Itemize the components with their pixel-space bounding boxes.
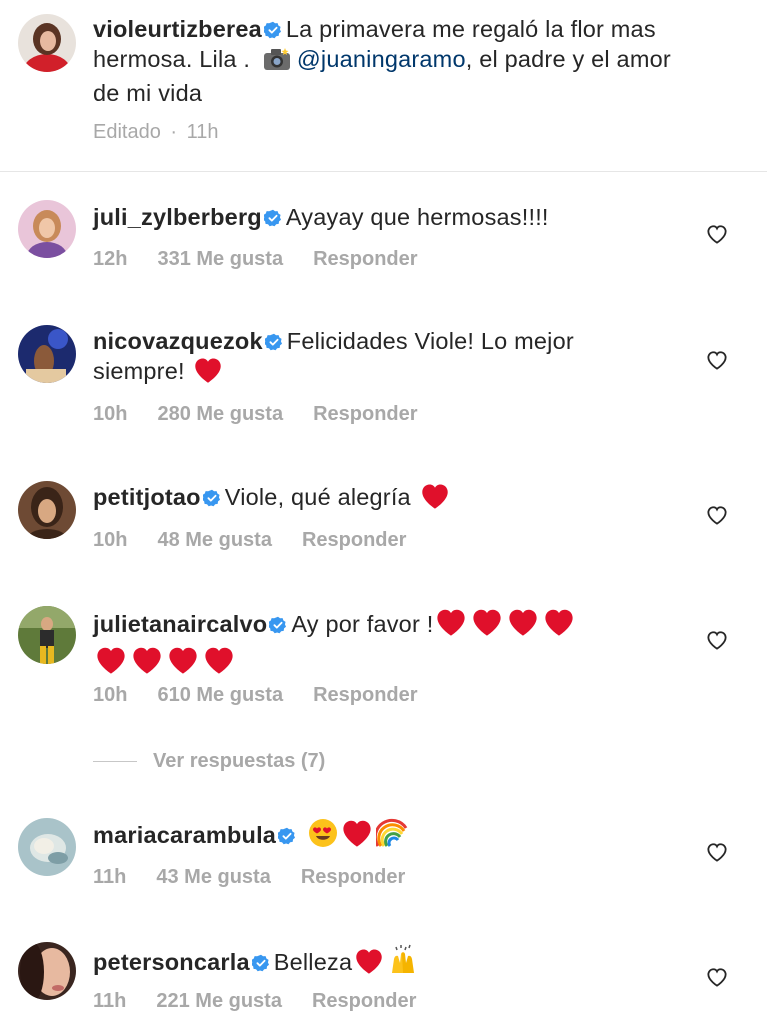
comment-time: 10h (93, 403, 128, 425)
reply-button[interactable]: Responder (302, 529, 406, 551)
caption-text: violeurtizberea La primavera me regaló la… (93, 14, 693, 108)
red-heart-emoji (473, 609, 502, 636)
red-heart-emoji (133, 647, 161, 674)
red-heart-emoji (421, 484, 448, 509)
avatar-mariacarambula[interactable] (18, 818, 76, 876)
like-heart-icon[interactable] (706, 224, 728, 249)
red-heart-emoji (509, 609, 538, 636)
red-heart-emoji (205, 647, 233, 674)
comment-likes[interactable]: 43 Me gusta (156, 866, 270, 888)
caption-username[interactable]: violeurtizberea (93, 16, 262, 42)
verified-badge-icon (202, 489, 220, 507)
comment-text: julietanaircalvo Ay por favor ! (93, 607, 693, 677)
red-heart-emoji (356, 949, 382, 974)
comment-time: 12h (93, 248, 128, 270)
red-heart-emoji (169, 647, 197, 674)
comment-text: petitjotao Viole, qué alegría (93, 482, 693, 512)
caption-divider (0, 171, 767, 172)
avatar-petitjotao[interactable] (18, 481, 76, 539)
avatar-julietanaircalvo[interactable] (18, 606, 76, 664)
red-heart-emoji (97, 647, 125, 674)
comment-time: 11h (93, 866, 127, 888)
rainbow-emoji (375, 818, 408, 847)
meta-separator: · (170, 121, 178, 143)
red-heart-emoji (343, 820, 371, 847)
comment-time: 10h (93, 684, 128, 706)
comment-text: juli_zylberberg Ayayay que hermosas!!!! (93, 202, 693, 232)
raised-hands-emoji (392, 944, 415, 973)
mention-link[interactable]: @juaningaramo (297, 46, 466, 72)
comment-username[interactable]: mariacarambula (93, 822, 276, 848)
comment-meta: 11h 43 Me gusta Responder (93, 866, 435, 889)
like-heart-icon[interactable] (706, 350, 728, 375)
view-replies-label: Ver respuestas (7) (153, 750, 326, 772)
comment-likes[interactable]: 331 Me gusta (157, 248, 283, 270)
reply-button[interactable]: Responder (313, 248, 417, 270)
view-replies-button[interactable]: Ver respuestas (7) (93, 750, 325, 773)
caption-time: 11h (186, 121, 219, 143)
avatar-juli-zylberberg[interactable] (18, 200, 76, 258)
reply-button[interactable]: Responder (313, 684, 417, 706)
verified-badge-icon (251, 954, 269, 972)
comment-meta: 10h 610 Me gusta Responder (93, 684, 448, 707)
comment-username[interactable]: petitjotao (93, 484, 201, 510)
comment-body: Ay por favor ! (291, 611, 434, 637)
red-heart-emoji (195, 358, 222, 383)
comment-username[interactable]: petersoncarla (93, 949, 250, 975)
verified-badge-icon (263, 209, 281, 227)
comment-likes[interactable]: 48 Me gusta (157, 529, 271, 551)
reply-button[interactable]: Responder (313, 403, 417, 425)
like-heart-icon[interactable] (706, 630, 728, 655)
reply-button[interactable]: Responder (312, 990, 416, 1012)
comment-body-line2: siempre! (93, 358, 185, 384)
comment-username[interactable]: juli_zylberberg (93, 204, 262, 230)
comment-meta: 10h 48 Me gusta Responder (93, 529, 436, 552)
camera-emoji (263, 47, 291, 78)
like-heart-icon[interactable] (706, 505, 728, 530)
like-heart-icon[interactable] (706, 842, 728, 867)
edited-label: Editado (93, 121, 161, 143)
comment-text: petersoncarla Belleza (93, 943, 693, 977)
comment-time: 11h (93, 990, 127, 1012)
comment-meta: 12h 331 Me gusta Responder (93, 248, 448, 271)
comment-likes[interactable]: 610 Me gusta (157, 684, 283, 706)
comment-username[interactable]: nicovazquezok (93, 328, 263, 354)
red-heart-emoji (437, 609, 466, 636)
avatar-petersoncarla[interactable] (18, 942, 76, 1000)
comment-likes[interactable]: 280 Me gusta (157, 403, 283, 425)
verified-badge-icon (264, 333, 282, 351)
comment-meta: 11h 221 Me gusta Responder (93, 990, 446, 1013)
red-heart-emoji (545, 609, 574, 636)
comment-text: mariacarambula (93, 818, 693, 850)
comment-body: Belleza (273, 949, 353, 975)
caption-meta: Editado · 11h (93, 121, 249, 144)
reply-button[interactable]: Responder (301, 866, 405, 888)
comment-body: Felicidades Viole! Lo mejor (286, 328, 574, 354)
verified-badge-icon (278, 827, 296, 845)
comment-time: 10h (93, 529, 128, 551)
avatar-nicovazquezok[interactable] (18, 325, 76, 383)
replies-divider-line (93, 761, 137, 762)
comment-meta: 10h 280 Me gusta Responder (93, 403, 448, 426)
comment-body: Ayayay que hermosas!!!! (285, 204, 549, 230)
verified-badge-icon (263, 21, 281, 39)
like-heart-icon[interactable] (706, 967, 728, 992)
verified-badge-icon (269, 616, 287, 634)
heart-eyes-emoji (308, 819, 337, 847)
comment-text: nicovazquezok Felicidades Viole! Lo mejor… (93, 326, 693, 386)
comment-likes[interactable]: 221 Me gusta (156, 990, 282, 1012)
comment-body: Viole, qué alegría (224, 484, 411, 510)
comment-username[interactable]: julietanaircalvo (93, 611, 267, 637)
avatar-violeurtizberea[interactable] (18, 14, 76, 72)
